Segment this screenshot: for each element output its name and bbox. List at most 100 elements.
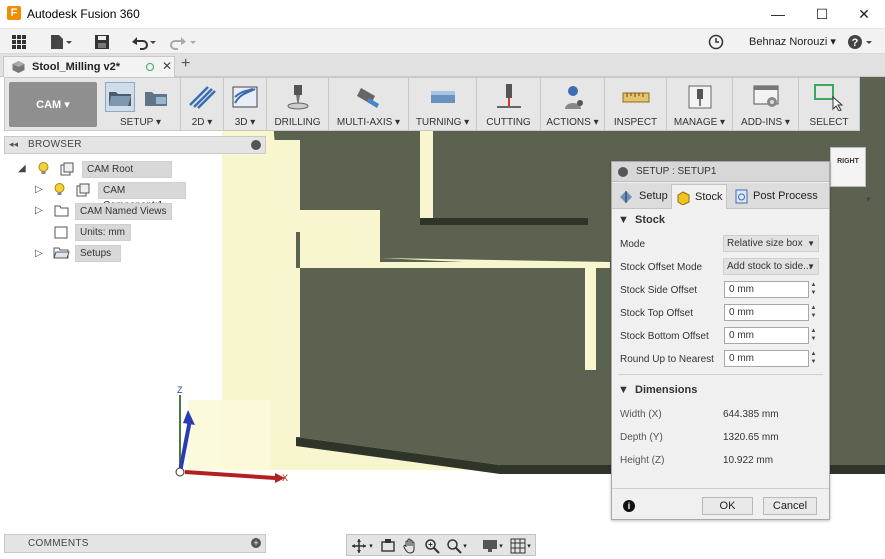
setup-dialog: SETUP : SETUP1 Setup Stock Post Process …	[611, 161, 830, 520]
add-comment-icon[interactable]: +	[251, 538, 261, 548]
ribbon-label-select: SELECT	[809, 117, 849, 128]
mode-dropdown[interactable]: Relative size box ▼	[723, 235, 819, 252]
post-process-tab-icon	[735, 189, 748, 204]
document-tab-label: Stool_Milling v2*	[32, 61, 121, 73]
expand-component-icon[interactable]: ▷	[35, 184, 43, 195]
ribbon-group-cutting[interactable]: CUTTING	[477, 78, 541, 130]
comments-panel-header[interactable]: COMMENTS +	[4, 534, 266, 553]
tool-library-icon[interactable]	[685, 82, 715, 112]
cancel-button[interactable]: Cancel	[763, 497, 817, 515]
ribbon-group-turning[interactable]: TURNING ▾	[409, 78, 477, 130]
browser-node-label: Setups	[75, 245, 121, 262]
saved-status-icon	[146, 63, 154, 71]
visibility-bulb-icon[interactable]	[54, 183, 65, 196]
ribbon-group-3d[interactable]: 3D ▾	[224, 78, 267, 130]
ribbon-label-actions: ACTIONS ▾	[546, 117, 599, 128]
display-dropdown-icon[interactable]: ▾	[497, 537, 505, 554]
simulate-actions-icon[interactable]	[558, 82, 588, 112]
ribbon-group-drilling[interactable]: DRILLING	[267, 78, 329, 130]
browser-node-label: Units: mm	[75, 224, 131, 241]
pan-hand-icon[interactable]	[401, 537, 419, 554]
file-menu-icon[interactable]	[46, 31, 76, 52]
workspace-switcher[interactable]: CAM ▾	[9, 82, 97, 127]
expand-cam-root-icon[interactable]: ◢	[18, 163, 26, 174]
dialog-collapse-icon[interactable]	[618, 167, 628, 177]
stock-corner-face	[188, 400, 270, 470]
close-button[interactable]: ✕	[844, 3, 884, 25]
3d-toolpath-icon[interactable]	[230, 82, 260, 112]
scripts-addins-icon[interactable]	[751, 82, 781, 112]
multi-axis-icon[interactable]	[354, 82, 384, 112]
round-up-input[interactable]: 0 mm	[724, 350, 809, 367]
job-status-clock-icon[interactable]	[706, 31, 726, 52]
setup-folder-icon[interactable]	[141, 82, 171, 112]
ribbon-group-2d[interactable]: 2D ▾	[181, 78, 224, 130]
collapse-browser-icon[interactable]: ◂◂	[9, 139, 18, 150]
setup-tab-icon	[620, 191, 632, 203]
ribbon-group-addins[interactable]: ADD-INS ▾	[733, 78, 799, 130]
stock-offset-mode-dropdown[interactable]: Add stock to side... ▼	[723, 258, 819, 275]
ok-button[interactable]: OK	[702, 497, 753, 515]
viewcube[interactable]: RIGHT	[830, 147, 866, 187]
help-menu-icon[interactable]: ?	[846, 31, 876, 52]
round-up-stepper[interactable]: ▲ ▼	[809, 350, 818, 367]
zoom-icon[interactable]	[423, 537, 441, 554]
ribbon-group-select[interactable]: SELECT	[799, 78, 859, 130]
document-tab[interactable]: Stool_Milling v2* ✕	[3, 56, 175, 77]
undo-icon[interactable]	[128, 31, 158, 52]
stock-bottom-offset-stepper[interactable]: ▲ ▼	[809, 327, 818, 344]
browser-panel-header[interactable]: ◂◂ BROWSER	[4, 136, 266, 154]
viewcube-menu-icon[interactable]: ▾	[866, 194, 871, 205]
measure-ruler-icon[interactable]	[621, 82, 651, 112]
stock-side-offset-input[interactable]: 0 mm	[724, 281, 809, 298]
orbit-icon[interactable]	[350, 537, 368, 554]
browser-options-icon[interactable]	[251, 140, 261, 150]
ribbon-label-multiaxis: MULTI-AXIS ▾	[336, 117, 401, 128]
tab-setup[interactable]: Setup	[614, 184, 670, 209]
maximize-button[interactable]: ☐	[802, 3, 842, 25]
close-tab-icon[interactable]: ✕	[162, 59, 172, 73]
ribbon-group-inspect[interactable]: INSPECT	[605, 78, 667, 130]
ribbon-group-actions[interactable]: ACTIONS ▾	[541, 78, 605, 130]
new-setup-icon[interactable]	[105, 82, 135, 112]
visibility-bulb-icon[interactable]	[38, 162, 49, 175]
setup-tabs: Setup Stock Post Process	[612, 183, 829, 209]
ribbon-label-cutting: CUTTING	[486, 117, 531, 128]
info-icon[interactable]: i	[623, 500, 635, 512]
save-icon[interactable]	[92, 31, 112, 52]
turning-icon[interactable]	[428, 82, 458, 112]
select-cursor-icon[interactable]	[813, 82, 843, 112]
user-account-menu[interactable]: Behnaz Norouzi ▾	[749, 35, 836, 48]
minimize-button[interactable]: —	[758, 3, 798, 25]
stock-top-offset-label: Stock Top Offset	[620, 308, 694, 319]
folder-icon	[54, 205, 69, 217]
expand-setups-icon[interactable]: ▷	[35, 248, 43, 259]
dimensions-section-header[interactable]: ▼ Dimensions	[618, 384, 697, 396]
stock-top-offset-input[interactable]: 0 mm	[724, 304, 809, 321]
drill-icon[interactable]	[283, 82, 313, 112]
stock-tab-icon	[677, 191, 690, 205]
new-tab-button[interactable]: +	[181, 55, 190, 73]
component-icon	[76, 183, 90, 197]
stock-side-offset-stepper[interactable]: ▲ ▼	[809, 281, 818, 298]
cutting-torch-icon[interactable]	[494, 82, 524, 112]
ribbon-group-setup[interactable]: SETUP ▾	[101, 78, 181, 130]
stock-top-offset-stepper[interactable]: ▲ ▼	[809, 304, 818, 321]
stock-bottom-offset-input[interactable]: 0 mm	[724, 327, 809, 344]
tab-post-process[interactable]: Post Process	[728, 184, 828, 209]
ribbon-group-multiaxis[interactable]: MULTI-AXIS ▾	[329, 78, 409, 130]
setup-dialog-header[interactable]: SETUP : SETUP1	[612, 162, 829, 182]
look-at-icon[interactable]	[379, 537, 397, 554]
stock-section-header[interactable]: ▼ Stock	[618, 214, 665, 226]
grid-dropdown-icon[interactable]: ▾	[525, 537, 533, 554]
data-panel-grid-icon[interactable]	[8, 31, 30, 52]
orbit-dropdown-icon[interactable]: ▾	[367, 537, 375, 554]
zoom-dropdown-icon[interactable]: ▾	[461, 537, 469, 554]
2d-toolpath-icon[interactable]	[187, 82, 217, 112]
ribbon-group-manage[interactable]: MANAGE ▾	[667, 78, 733, 130]
ribbon-label-inspect: INSPECT	[613, 117, 658, 128]
redo-icon[interactable]	[168, 31, 198, 52]
tab-stock[interactable]: Stock	[671, 184, 727, 209]
svg-text:?: ?	[852, 37, 859, 49]
expand-named-views-icon[interactable]: ▷	[35, 205, 43, 216]
